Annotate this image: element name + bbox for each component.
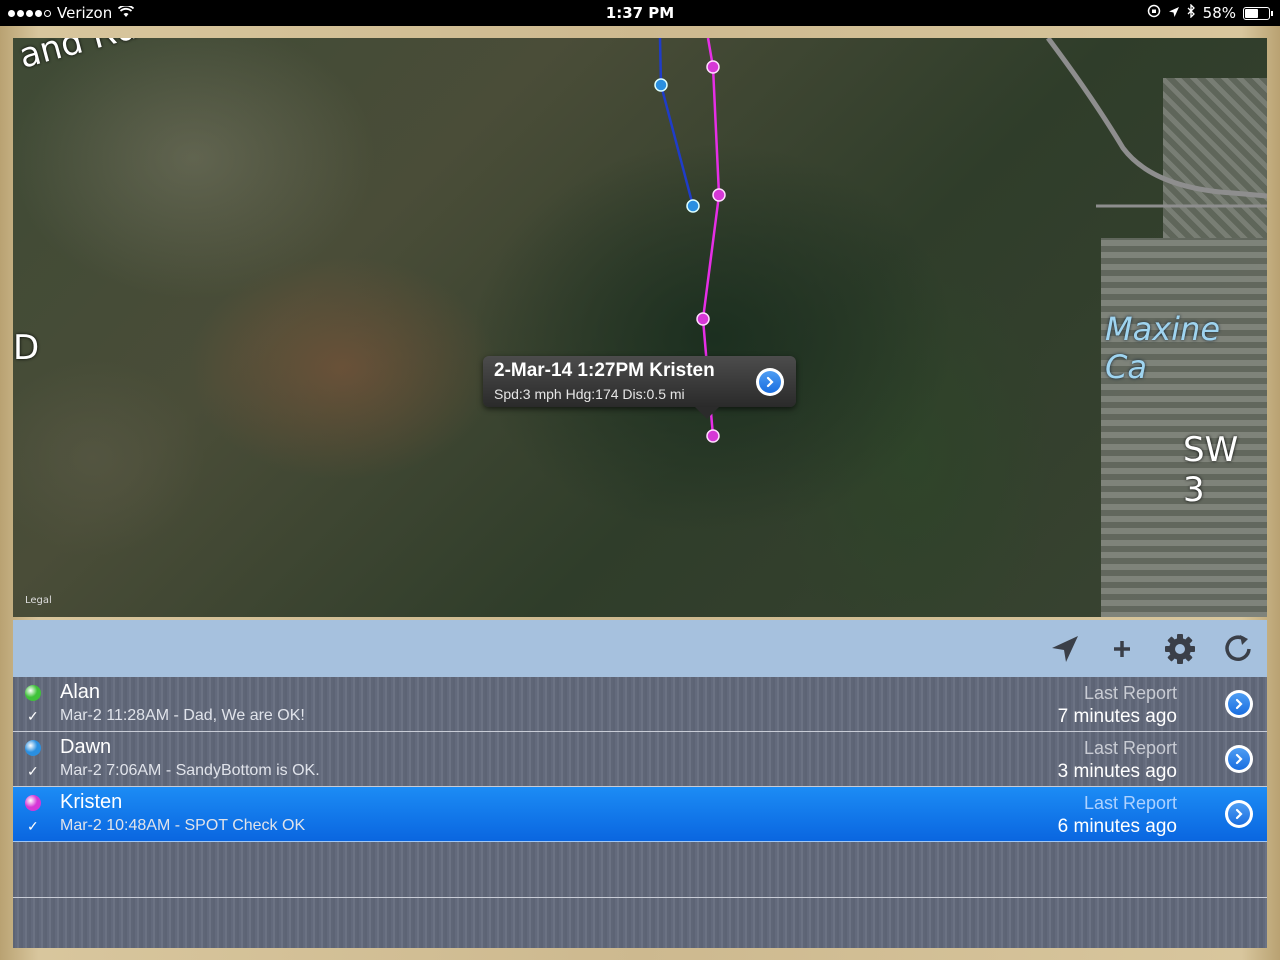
- track-point-magenta[interactable]: [706, 60, 720, 74]
- callout-subtitle: Spd:3 mph Hdg:174 Dis:0.5 mi: [494, 386, 685, 402]
- callout-disclosure-button[interactable]: [756, 368, 784, 396]
- last-report-label: Last Report: [1083, 793, 1177, 813]
- chevron-right-icon: [1228, 748, 1250, 770]
- tracker-message: Mar-2 7:06AM - SandyBottom is OK.: [60, 762, 320, 779]
- map-label-sw: SW 3: [1183, 430, 1239, 510]
- chevron-right-icon: [1228, 803, 1250, 825]
- clock: 1:37 PM: [605, 4, 675, 22]
- toolbar: [13, 620, 1267, 677]
- battery-percent: 58%: [1202, 4, 1236, 22]
- tracker-name: Alan: [60, 681, 101, 703]
- last-report-time: 7 minutes ago: [1057, 706, 1177, 727]
- refresh-icon[interactable]: [1221, 632, 1255, 666]
- track-point-blue[interactable]: [686, 199, 700, 213]
- tracker-name: Dawn: [60, 736, 112, 758]
- list-divider: [13, 897, 1267, 898]
- tracker-list: ✓ Alan Mar-2 11:28AM - Dad, We are OK! L…: [13, 677, 1267, 948]
- legal-link[interactable]: Legal: [25, 595, 52, 606]
- callout-title: 2-Mar-14 1:27PM Kristen: [494, 360, 715, 381]
- check-icon: ✓: [27, 763, 39, 779]
- track-point-magenta[interactable]: [712, 188, 726, 202]
- map-callout[interactable]: 2-Mar-14 1:27PM Kristen Spd:3 mph Hdg:17…: [483, 356, 796, 419]
- status-dot: [25, 795, 41, 811]
- row-disclosure-button[interactable]: [1225, 800, 1253, 828]
- chevron-right-icon: [759, 371, 781, 393]
- track-blue: [658, 38, 695, 207]
- row-disclosure-button[interactable]: [1225, 690, 1253, 718]
- battery-level: [1245, 8, 1259, 18]
- gear-icon[interactable]: [1163, 632, 1197, 666]
- list-item[interactable]: ✓ Dawn Mar-2 7:06AM - SandyBottom is OK.…: [13, 732, 1267, 787]
- track-point-blue[interactable]: [654, 78, 668, 92]
- tracker-name: Kristen: [60, 791, 123, 813]
- last-report-label: Last Report: [1083, 683, 1177, 703]
- track-overlay: [654, 38, 1267, 443]
- chevron-right-icon: [1228, 693, 1250, 715]
- list-item[interactable]: ✓ Alan Mar-2 11:28AM - Dad, We are OK! L…: [13, 677, 1267, 732]
- location-services-icon: [1168, 4, 1180, 22]
- status-dot: [25, 740, 41, 756]
- bluetooth-icon: [1187, 3, 1196, 22]
- last-report-time: 6 minutes ago: [1057, 816, 1177, 837]
- status-dot: [25, 685, 41, 701]
- track-point-magenta[interactable]: [696, 312, 710, 326]
- map-label-d: D: [13, 328, 40, 368]
- satellite-map[interactable]: and Rd N Maxine Ca SW 3 D Legal: [13, 38, 1267, 617]
- status-bar: Verizon 1:37 PM 58%: [0, 0, 1280, 26]
- row-disclosure-button[interactable]: [1225, 745, 1253, 773]
- tracker-message: Mar-2 11:28AM - Dad, We are OK!: [60, 707, 305, 724]
- location-arrow-icon[interactable]: [1048, 632, 1082, 666]
- tracker-message: Mar-2 10:48AM - SPOT Check OK: [60, 817, 306, 834]
- check-icon: ✓: [27, 818, 39, 834]
- track-point-magenta[interactable]: [706, 429, 720, 443]
- map-label-maxine: Maxine Ca: [1105, 310, 1221, 386]
- list-item-selected[interactable]: ✓ Kristen Mar-2 10:48AM - SPOT Check OK …: [13, 787, 1267, 842]
- check-icon: ✓: [27, 708, 39, 724]
- status-right: 58%: [1147, 3, 1273, 22]
- last-report-time: 3 minutes ago: [1057, 761, 1177, 782]
- plus-icon[interactable]: [1105, 632, 1139, 666]
- last-report-label: Last Report: [1083, 738, 1177, 758]
- road-curve: [1045, 38, 1267, 199]
- orientation-lock-icon: [1147, 4, 1161, 22]
- battery-icon: [1243, 6, 1273, 20]
